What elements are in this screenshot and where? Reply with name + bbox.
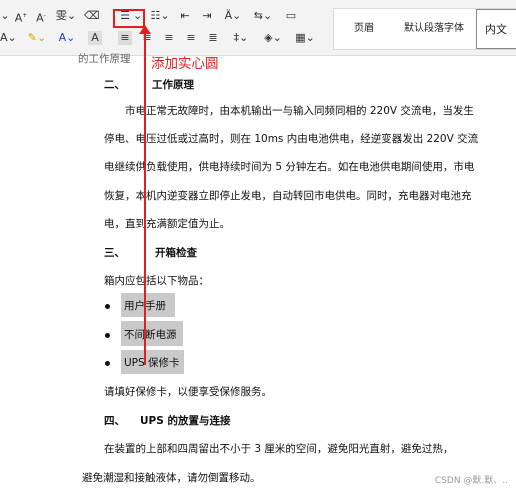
list-item: 不间断电源 — [124, 329, 177, 341]
para3-line2: 避免潮湿和接触液体，请勿倒置移动。 — [82, 472, 261, 484]
clear-format-icon[interactable]: ⌫ — [84, 9, 100, 23]
heading-4-number: 四、 — [104, 415, 125, 427]
style-gallery: 页眉 默认段落字体 内文 — [333, 8, 516, 50]
heading-2-number: 二、 — [104, 79, 125, 91]
bullet-dot — [105, 333, 110, 338]
highlight-color-icon[interactable]: ✎⌄ — [26, 31, 48, 45]
grow-font-icon[interactable]: A+ — [14, 9, 28, 26]
phonetic-guide-icon[interactable]: 雯⌄ — [55, 9, 77, 23]
numbered-list-icon[interactable]: ☷⌄ — [150, 9, 170, 23]
bullet-dot — [105, 361, 110, 366]
font-effect-icon[interactable]: A⌄ — [0, 31, 17, 45]
para1-line2: 停电、电压过低或过高时，则在 10ms 内由电池供电，经逆变器发出 220V 交… — [104, 133, 479, 145]
borders-icon[interactable]: ▦⌄ — [294, 31, 316, 45]
table-border-icon[interactable]: ▭ — [283, 9, 299, 23]
align-right-icon[interactable]: ≡ — [162, 31, 176, 45]
warranty-text: 请填好保修卡，以便享受保修服务。 — [104, 386, 272, 398]
heading-3-number: 三、 — [104, 247, 125, 259]
heading-4-title: UPS 的放置与连接 — [140, 415, 231, 427]
shrink-font-icon[interactable]: A- — [34, 9, 48, 26]
top-fragment-text: 的工作原理 — [78, 53, 131, 65]
line-spacing-icon[interactable]: ⇆⌄ — [252, 9, 274, 23]
document-page[interactable]: 的工作原理 二、 工作原理 市电正常无故障时，由本机输出一与输入同频同相的 22… — [0, 53, 516, 490]
justify-icon[interactable]: ≡ — [184, 31, 198, 45]
font-size-dropdown-chevron-icon[interactable]: ⌄ — [0, 9, 10, 23]
heading-3-title: 开箱检查 — [155, 247, 197, 259]
para1-line3: 电继续供负载使用，供电持续时间为 5 分钟左右。如在电池供电期间使用，市电 — [104, 161, 475, 173]
style-body-text[interactable]: 内文 — [476, 9, 516, 49]
list-intro: 箱内应包括以下物品： — [104, 275, 209, 287]
character-shading-icon[interactable]: A — [88, 31, 102, 45]
increase-indent-icon[interactable]: ⇥ — [200, 9, 214, 23]
style-header[interactable]: 页眉 — [334, 9, 394, 49]
para3-line1: 在装置的上部和四周留出不小于 3 厘米的空间，避免阳光直射，避免过热， — [104, 443, 454, 455]
annotation-label: 添加实心圆 — [151, 56, 219, 72]
style-default-paragraph-font[interactable]: 默认段落字体 — [394, 9, 474, 49]
paragraph-spacing-icon[interactable]: ‡⌄ — [230, 31, 252, 45]
shading-icon[interactable]: ◈⌄ — [262, 31, 284, 45]
bullet-dot — [105, 304, 110, 309]
annotation-arrow-line — [144, 27, 146, 365]
align-left-icon[interactable]: ≡ — [118, 31, 132, 45]
heading-2-title: 工作原理 — [152, 79, 194, 91]
para1-line5: 电，直到充满额定值为止。 — [104, 218, 230, 230]
ribbon-toolbar: ⌄ A+ A- 雯⌄ ⌫ ☰ ⌄ ☷⌄ ⇤ ⇥ Ä⌄ ⇆⌄ ▭ A⌄ ✎⌄ A⌄… — [0, 0, 516, 56]
para1-line4: 恢复，本机内逆变器立即停止发电，自动转回市电供电。同时，充电器对电池充 — [104, 190, 472, 202]
font-color-icon[interactable]: A⌄ — [56, 31, 78, 45]
para1-line1: 市电正常无故障时，由本机输出一与输入同频同相的 220V 交流电，当发生 — [125, 105, 474, 117]
watermark: CSDN @默.默、.. — [434, 476, 508, 486]
text-direction-icon[interactable]: Ä⌄ — [222, 9, 244, 23]
decrease-indent-icon[interactable]: ⇤ — [178, 9, 192, 23]
distributed-align-icon[interactable]: ≣ — [206, 31, 220, 45]
list-item: UPS 保修卡 — [124, 357, 180, 369]
